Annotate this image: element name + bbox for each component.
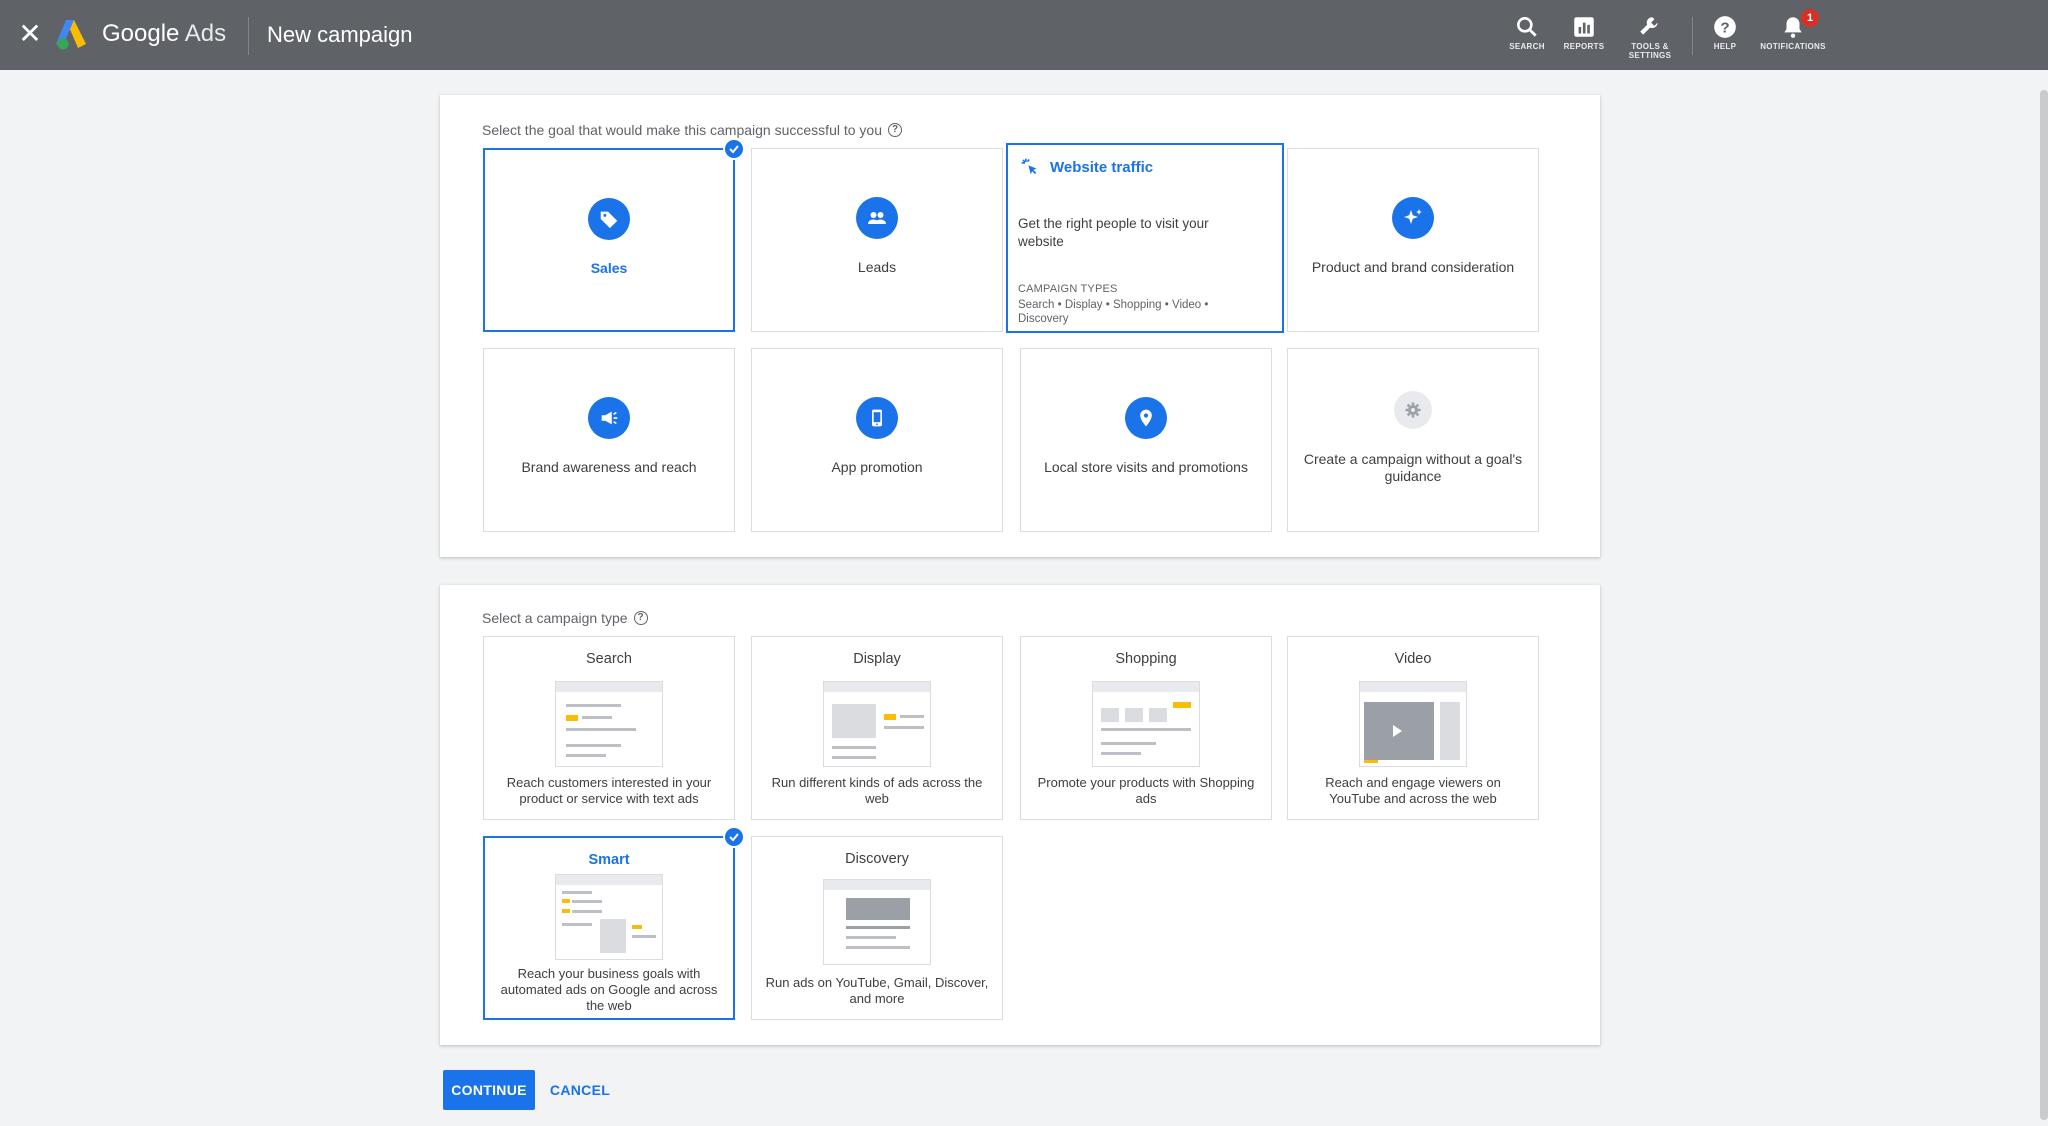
goal-card-product-brand-consideration[interactable]: Product and brand consideration (1287, 148, 1539, 332)
goal-label: Local store visits and promotions (1044, 459, 1248, 475)
search-tool-button[interactable]: SEARCH (1495, 12, 1559, 62)
display-ad-preview (823, 681, 931, 767)
help-tool-button[interactable]: ? HELP (1693, 12, 1757, 62)
goal-selection-panel: Select the goal that would make this cam… (440, 95, 1600, 557)
notifications-tool-button[interactable]: 1 NOTIFICATIONS (1753, 9, 1833, 62)
svg-text:?: ? (1720, 19, 1729, 36)
selected-check-icon (723, 826, 745, 848)
phone-icon (856, 397, 898, 439)
megaphone-icon (588, 397, 630, 439)
campaign-type-title: Search (586, 651, 632, 667)
sparkle-icon (1392, 197, 1434, 239)
campaign-type-description: Reach and engage viewers on YouTube and … (1325, 775, 1501, 806)
campaign-type-title: Discovery (845, 851, 909, 867)
tools-settings-button[interactable]: TOOLS & SETTINGS (1618, 12, 1682, 62)
campaign-type-title: Video (1394, 651, 1432, 667)
brand-google: Google (102, 20, 180, 47)
brand-ads: Ads (184, 20, 227, 47)
search-icon (1517, 17, 1537, 37)
search-tool-label: SEARCH (1509, 42, 1545, 51)
tag-icon (588, 198, 630, 240)
search-ad-preview (555, 681, 663, 767)
goal-label: App promotion (831, 459, 923, 475)
campaign-type-title: Shopping (1115, 651, 1177, 667)
goal-prompt: Select the goal that would make this cam… (482, 122, 902, 138)
campaign-type-description: Run different kinds of ads across the we… (771, 775, 983, 806)
goal-label: Sales (590, 260, 628, 276)
reports-icon (1574, 17, 1594, 37)
location-pin-icon (1125, 397, 1167, 439)
campaign-types-heading: CAMPAIGN TYPES (1018, 283, 1118, 295)
campaign-type-video[interactable]: Video Reach and engage viewers on YouTub… (1287, 636, 1539, 820)
campaign-type-prompt: Select a campaign type ? (482, 610, 648, 626)
campaign-type-search[interactable]: Search Reach customers interested in you… (483, 636, 735, 820)
goal-label: Leads (857, 259, 897, 275)
cancel-button[interactable]: CANCEL (548, 1070, 612, 1110)
goal-label: Brand awareness and reach (521, 459, 697, 475)
discovery-ad-preview (823, 879, 931, 965)
campaign-type-description: Reach your business goals with automated… (500, 966, 718, 1013)
notification-badge: 1 (1801, 9, 1819, 27)
smart-ad-preview (555, 874, 663, 960)
goal-prompt-text: Select the goal that would make this cam… (482, 122, 882, 138)
cursor-click-icon (1021, 158, 1037, 175)
campaign-type-discovery[interactable]: Discovery Run ads on YouTube, Gmail, Dis… (751, 836, 1003, 1020)
campaign-type-shopping[interactable]: Shopping Promote your products with Shop… (1020, 636, 1272, 820)
campaign-type-smart[interactable]: Smart Reach your business goals with aut… (483, 826, 745, 1020)
website-traffic-header: Website traffic (1020, 157, 1153, 177)
goal-label: Website traffic (1050, 158, 1154, 176)
google-ads-logo (56, 20, 86, 50)
goal-card-no-guidance[interactable]: Create a campaign without a goal's guida… (1287, 348, 1539, 532)
top-app-bar: ✕ Google Ads New campaign SEARCH REPORTS… (0, 0, 2048, 70)
page-scrollbar[interactable] (2040, 90, 2048, 1120)
page-title: New campaign (267, 22, 413, 47)
goal-card-website-traffic[interactable]: Website traffic Get the right people to … (1006, 143, 1284, 333)
campaign-types-list: Search • Display • Shopping • Video • Di… (1018, 299, 1209, 325)
shopping-ad-preview (1092, 681, 1200, 767)
notifications-tool-label: NOTIFICATIONS (1760, 42, 1826, 51)
campaign-type-description: Promote your products with Shopping ads (1037, 775, 1255, 806)
help-icon: ? (1714, 16, 1736, 38)
play-icon (1393, 725, 1402, 737)
video-ad-preview (1359, 681, 1467, 767)
campaign-type-display[interactable]: Display Run different kinds of ads acros… (751, 636, 1003, 820)
campaign-type-panel: Select a campaign type ? Search Reach cu… (440, 585, 1600, 1045)
divider (248, 17, 249, 55)
campaign-type-description: Reach customers interested in your produ… (506, 775, 712, 806)
help-circle-icon[interactable]: ? (633, 611, 648, 625)
people-icon (856, 197, 898, 239)
campaign-type-title: Smart (588, 852, 630, 868)
goal-card-local-store-visits[interactable]: Local store visits and promotions (1020, 348, 1272, 532)
reports-tool-button[interactable]: REPORTS (1552, 12, 1616, 62)
help-circle-icon[interactable]: ? (888, 123, 902, 137)
selected-check-icon (723, 138, 745, 160)
goal-card-brand-awareness[interactable]: Brand awareness and reach (483, 348, 735, 532)
goal-label: Product and brand consideration (1311, 259, 1515, 275)
reports-tool-label: REPORTS (1563, 42, 1605, 51)
gear-icon (1394, 391, 1432, 429)
wrench-icon (1640, 17, 1658, 35)
campaign-type-prompt-text: Select a campaign type (482, 610, 628, 626)
tools-label-line1: TOOLS & (1631, 42, 1669, 51)
goal-card-sales[interactable]: Sales (483, 138, 745, 332)
goal-card-leads[interactable]: Leads (751, 148, 1003, 332)
brand-name: Google Ads (102, 20, 226, 48)
campaign-type-description: Run ads on YouTube, Gmail, Discover, and… (765, 975, 989, 1006)
campaign-type-title: Display (853, 651, 901, 667)
close-icon[interactable]: ✕ (17, 20, 43, 48)
help-tool-label: HELP (1713, 42, 1737, 51)
continue-button[interactable]: CONTINUE (443, 1070, 535, 1110)
tools-label-line2: SETTINGS (1628, 51, 1672, 60)
goal-card-app-promotion[interactable]: App promotion (751, 348, 1003, 532)
goal-description: Get the right people to visit your websi… (1018, 216, 1209, 249)
goal-label: Create a campaign without a goal's guida… (1303, 451, 1523, 484)
